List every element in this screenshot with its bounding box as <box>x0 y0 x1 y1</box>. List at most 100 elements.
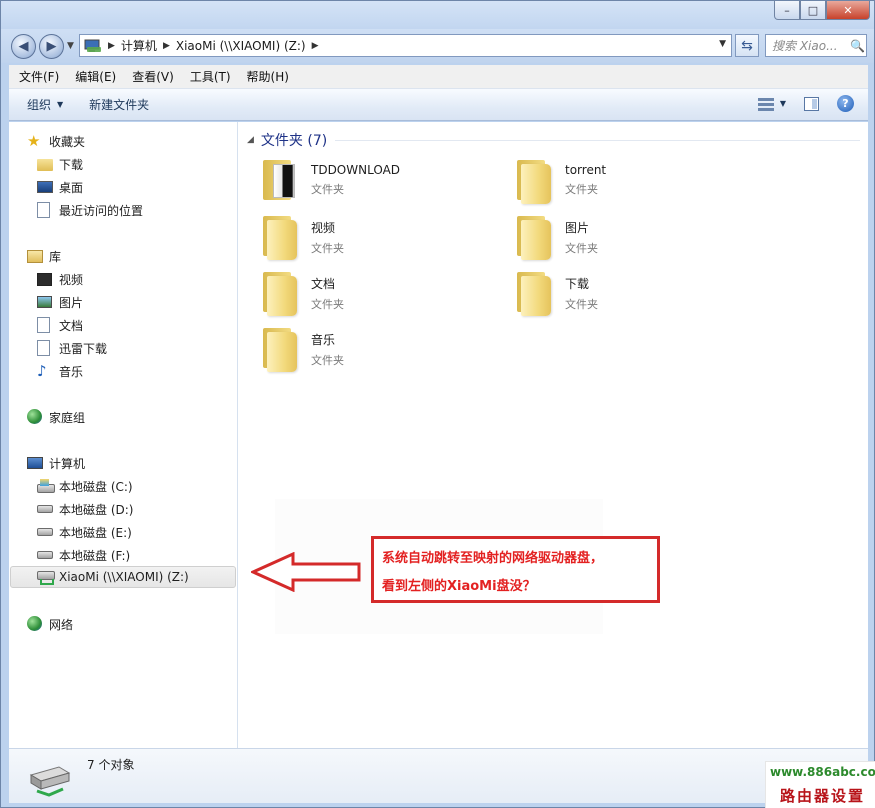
folder-item[interactable]: 音乐 文件夹 <box>259 326 509 374</box>
menu-view[interactable]: 查看(V) <box>122 68 180 85</box>
folder-icon <box>259 214 297 260</box>
breadcrumb-separator[interactable]: ▶ <box>312 41 319 51</box>
sidebar-item-videos[interactable]: 视频 <box>37 268 83 290</box>
forward-button[interactable]: ▶ <box>39 34 64 59</box>
search-box[interactable]: 🔍 <box>765 34 867 57</box>
menu-tools[interactable]: 工具(T) <box>180 68 237 85</box>
minimize-button[interactable]: – <box>774 1 800 20</box>
sidebar-item-thunder-downloads[interactable]: 迅雷下载 <box>37 337 107 359</box>
sidebar-item-drive-d[interactable]: 本地磁盘 (D:) <box>37 498 133 520</box>
folder-type: 文件夹 <box>311 354 344 367</box>
folder-type: 文件夹 <box>311 183 344 196</box>
download-folder-icon <box>37 156 53 172</box>
sidebar-label: 计算机 <box>49 456 86 471</box>
preview-pane-icon[interactable] <box>804 96 819 111</box>
search-icon[interactable]: 🔍 <box>850 39 865 53</box>
folder-item[interactable]: TDDOWNLOAD 文件夹 <box>259 158 509 206</box>
left-arrow-annotation-icon <box>251 552 361 592</box>
group-header-folders[interactable]: ◢ 文件夹 (7) <box>247 130 860 150</box>
folder-type: 文件夹 <box>311 242 344 255</box>
folder-name: 视频 <box>311 221 336 235</box>
folder-item[interactable]: torrent 文件夹 <box>513 158 763 206</box>
toolbar-right-group: ▼ ? <box>757 95 854 112</box>
explorer-window: – □ ✕ ◀ ▶ ▼ ▶ 计算机 ▶ XiaoMi (\\XIAOMI) (Z… <box>0 0 875 808</box>
folder-type: 文件夹 <box>565 298 598 311</box>
organize-button[interactable]: 组织 ▼ <box>19 96 71 113</box>
system-drive-icon <box>37 479 55 493</box>
sidebar-item-drive-c[interactable]: 本地磁盘 (C:) <box>37 475 133 497</box>
chevron-down-icon: ▼ <box>57 100 64 109</box>
folder-name: 音乐 <box>311 333 336 347</box>
breadcrumb-separator[interactable]: ▶ <box>108 41 115 51</box>
network-drive-icon <box>37 570 55 585</box>
folder-icon <box>513 158 551 204</box>
sidebar-network[interactable]: 网络 <box>27 613 73 635</box>
refresh-icon: ⇆ <box>741 37 753 54</box>
breadcrumb-computer[interactable]: 计算机 <box>121 37 157 54</box>
folder-info: TDDOWNLOAD 文件夹 <box>311 158 400 197</box>
command-bar: 组织 ▼ 新建文件夹 ▼ ? <box>9 89 868 121</box>
folder-info: 音乐 文件夹 <box>311 326 344 368</box>
breadcrumb-separator[interactable]: ▶ <box>163 41 170 51</box>
refresh-button[interactable]: ⇆ <box>735 34 759 57</box>
network-drive-icon <box>29 766 71 797</box>
close-button[interactable]: ✕ <box>826 1 870 20</box>
sidebar-item-xiaomi-network-drive[interactable]: XiaoMi (\\XIAOMI) (Z:) <box>10 566 236 588</box>
homegroup-icon <box>27 409 43 425</box>
group-title: 文件夹 (7) <box>260 133 328 149</box>
sidebar-label: 本地磁盘 (F:) <box>59 548 131 563</box>
menu-bar: 文件(F) 编辑(E) 查看(V) 工具(T) 帮助(H) <box>9 65 868 89</box>
address-bar[interactable]: ▶ 计算机 ▶ XiaoMi (\\XIAOMI) (Z:) ▶ ▼ <box>79 34 732 57</box>
sidebar-label: 桌面 <box>59 180 84 195</box>
folder-item[interactable]: 文档 文件夹 <box>259 270 509 318</box>
sidebar-computer[interactable]: 计算机 <box>27 452 85 474</box>
recent-pages-dropdown[interactable]: ▼ <box>67 41 74 51</box>
computer-icon <box>27 455 43 471</box>
sidebar-favorites[interactable]: ★ 收藏夹 <box>27 130 85 152</box>
folder-icon <box>259 326 297 372</box>
hard-drive-icon <box>37 547 53 563</box>
breadcrumb-xiaomi-drive[interactable]: XiaoMi (\\XIAOMI) (Z:) <box>176 39 306 53</box>
folder-item[interactable]: 图片 文件夹 <box>513 214 763 262</box>
sidebar-label: XiaoMi (\\XIAOMI) (Z:) <box>59 570 189 584</box>
menu-help[interactable]: 帮助(H) <box>237 68 295 85</box>
sidebar-item-downloads[interactable]: 下载 <box>37 153 83 175</box>
sidebar-label: 文档 <box>59 318 84 333</box>
collapse-group-icon[interactable]: ◢ <box>247 135 254 145</box>
new-folder-button[interactable]: 新建文件夹 <box>81 96 157 113</box>
sidebar-item-pictures[interactable]: 图片 <box>37 291 83 313</box>
sidebar-label: 网络 <box>49 617 74 632</box>
folder-item[interactable]: 视频 文件夹 <box>259 214 509 262</box>
navigation-pane: ★ 收藏夹 下载 桌面 最近访问的位置 库 视频 图片 文档 迅雷下载 ♪ 音乐… <box>9 122 238 748</box>
search-input[interactable] <box>772 38 850 53</box>
folder-name: 文档 <box>311 277 336 291</box>
sidebar-homegroup[interactable]: 家庭组 <box>27 406 85 428</box>
sidebar-item-drive-e[interactable]: 本地磁盘 (E:) <box>37 521 132 543</box>
sidebar-libraries[interactable]: 库 <box>27 245 61 267</box>
annotation-line-1: 系统自动跳转至映射的网络驱动器盘， <box>382 551 604 566</box>
maximize-button[interactable]: □ <box>800 1 826 20</box>
back-arrow-icon: ◀ <box>18 39 29 54</box>
folder-info: 视频 文件夹 <box>311 214 344 256</box>
annotation-line-2: 看到左侧的XiaoMi盘没？ <box>382 579 536 594</box>
computer-icon <box>84 39 102 53</box>
folder-icon <box>513 270 551 316</box>
folder-item[interactable]: 下载 文件夹 <box>513 270 763 318</box>
sidebar-item-recent-places[interactable]: 最近访问的位置 <box>37 199 143 221</box>
hard-drive-icon <box>37 501 53 517</box>
help-icon[interactable]: ? <box>837 95 854 112</box>
folder-name: TDDOWNLOAD <box>311 163 401 177</box>
folder-type: 文件夹 <box>565 183 598 196</box>
sidebar-item-music[interactable]: ♪ 音乐 <box>37 360 83 382</box>
back-button[interactable]: ◀ <box>11 34 36 59</box>
sidebar-item-documents[interactable]: 文档 <box>37 314 83 336</box>
sidebar-label: 本地磁盘 (D:) <box>59 502 134 517</box>
menu-edit[interactable]: 编辑(E) <box>65 68 122 85</box>
sidebar-item-drive-f[interactable]: 本地磁盘 (F:) <box>37 544 130 566</box>
view-options-icon <box>757 97 774 111</box>
sidebar-label: 迅雷下载 <box>59 341 108 356</box>
address-history-dropdown[interactable]: ▼ <box>719 39 726 49</box>
sidebar-item-desktop[interactable]: 桌面 <box>37 176 83 198</box>
menu-file[interactable]: 文件(F) <box>9 68 65 85</box>
change-view-button[interactable]: ▼ <box>757 97 786 111</box>
